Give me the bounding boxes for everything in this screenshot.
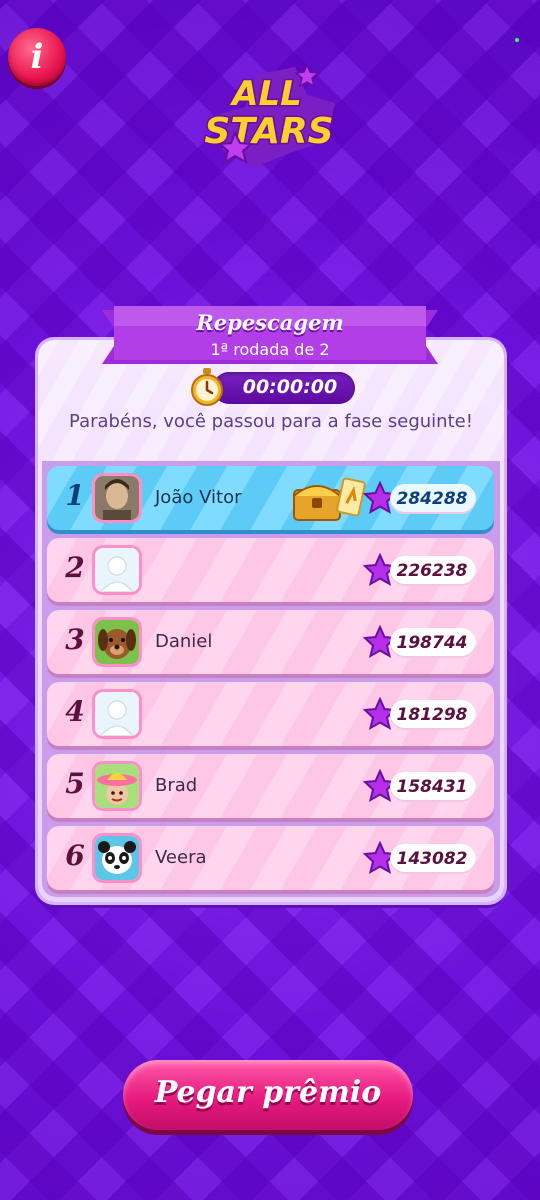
player-avatar	[95, 620, 139, 664]
player-avatar	[95, 548, 139, 592]
rank-number: 3	[65, 623, 85, 656]
default-avatar-icon	[95, 692, 139, 736]
stopwatch-icon	[191, 368, 223, 406]
rank-number: 5	[65, 767, 85, 800]
congrats-message: Parabéns, você passou para a fase seguin…	[69, 411, 473, 432]
player-score: 198744	[396, 633, 468, 653]
leaderboard-row-2[interactable]: 2 226238	[47, 538, 494, 602]
player-name: Daniel	[155, 631, 213, 652]
leaderboard-row-3[interactable]: 3 Daniel 198744	[47, 610, 494, 674]
info-button[interactable]: i	[8, 28, 66, 86]
rank-number: 4	[65, 695, 85, 728]
player-avatar	[95, 692, 139, 736]
player-name: Veera	[155, 847, 207, 868]
player-score: 284288	[396, 489, 468, 509]
player-score: 181298	[396, 705, 468, 725]
player-name: Brad	[155, 775, 198, 796]
treasure-chest-icon[interactable]	[290, 474, 370, 524]
hat-avatar-icon	[95, 764, 139, 808]
player-score: 158431	[396, 777, 468, 797]
player-score: 143082	[396, 849, 468, 869]
leaderboard-row-6[interactable]: 6 Veera 143082	[47, 826, 494, 890]
photo-avatar-icon	[95, 476, 139, 520]
player-avatar	[95, 476, 139, 520]
round-subtitle: 1ª rodada de 2	[210, 340, 330, 359]
player-avatar	[95, 836, 139, 880]
leaderboard-row-1[interactable]: 1 João Vitor 284288	[47, 466, 494, 530]
info-icon: i	[30, 37, 44, 77]
leaderboard-row-4[interactable]: 4 181298	[47, 682, 494, 746]
status-dot	[515, 38, 519, 42]
logo-line1: ALL	[229, 74, 302, 114]
leaderboard-row-5[interactable]: 5 Brad 158431	[47, 754, 494, 818]
dog-avatar-icon	[95, 620, 139, 664]
player-score: 226238	[396, 561, 468, 581]
player-avatar	[95, 764, 139, 808]
rank-number: 6	[65, 839, 85, 872]
rank-number: 1	[65, 479, 85, 512]
player-name: João Vitor	[155, 487, 242, 508]
claim-reward-button[interactable]: Pegar prêmio	[123, 1060, 413, 1130]
panda-avatar-icon	[95, 836, 139, 880]
rank-number: 2	[65, 551, 85, 584]
all-stars-logo: ALL STARS	[203, 63, 335, 167]
default-avatar-icon	[95, 548, 139, 592]
timer-text: 00:00:00	[242, 376, 338, 398]
panel-title: Repescagem	[196, 310, 344, 335]
